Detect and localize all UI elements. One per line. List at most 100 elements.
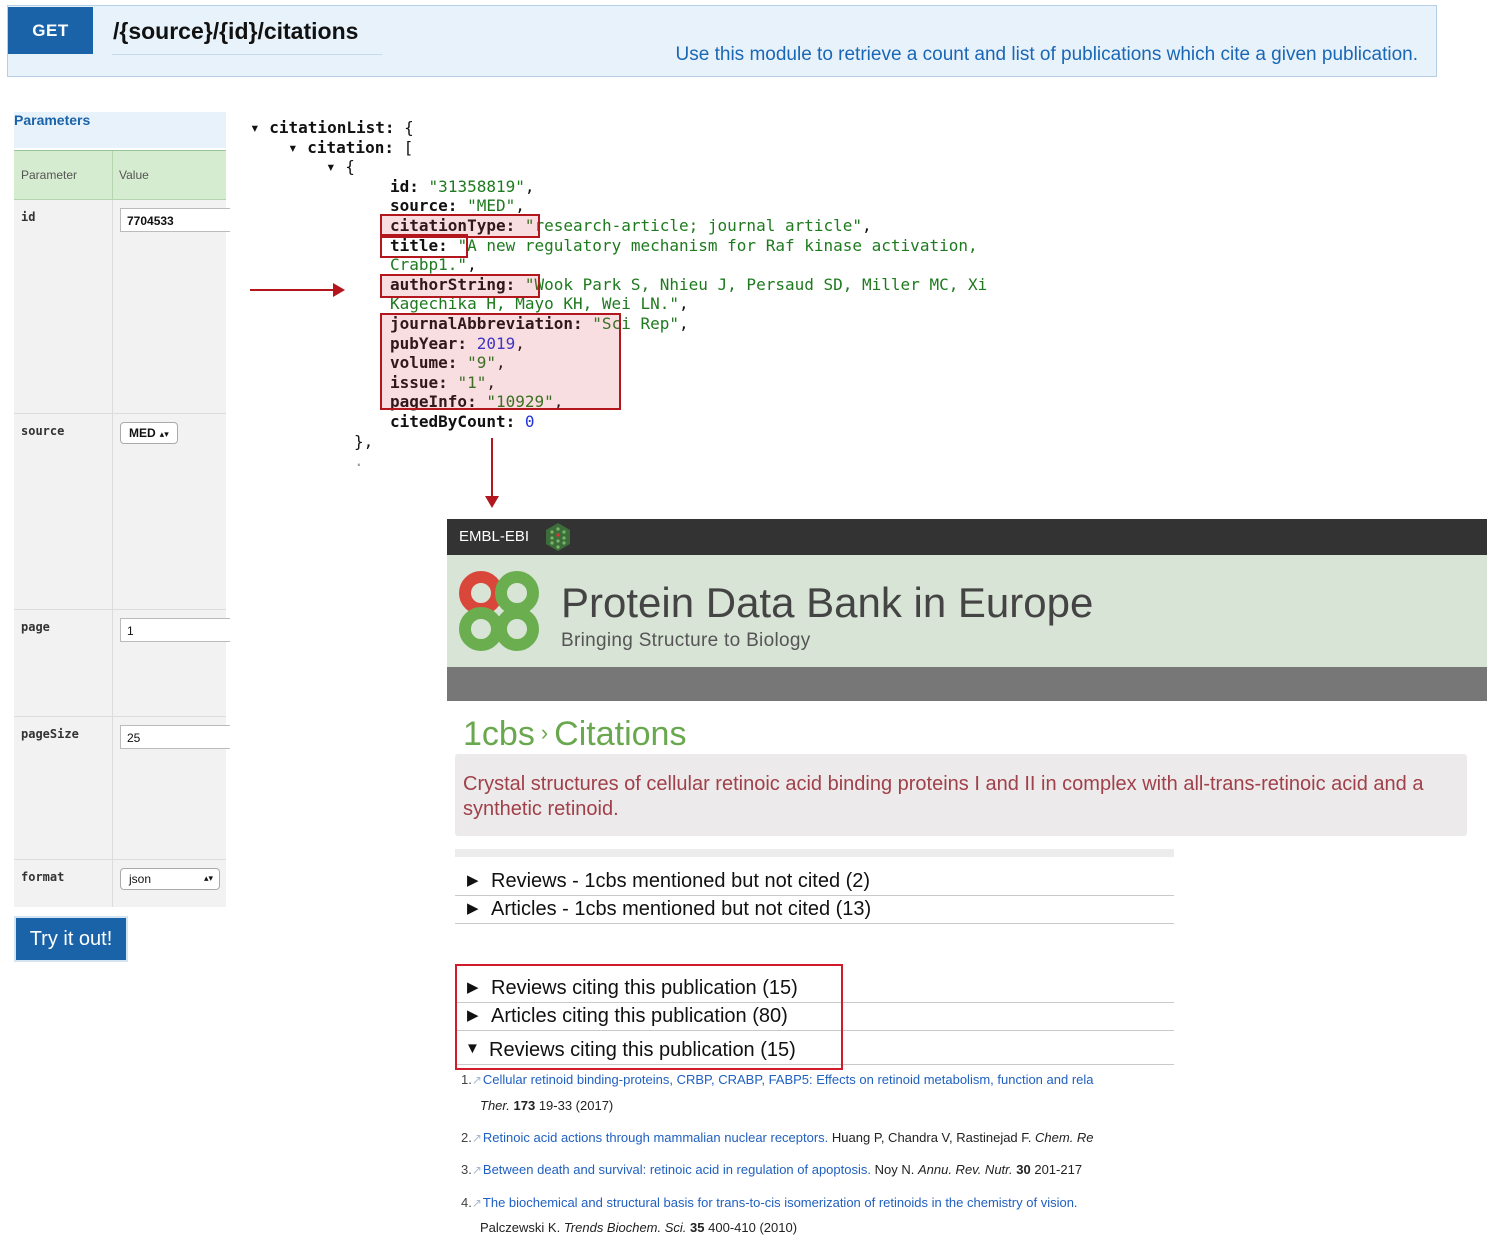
api-endpoint-bar[interactable]: GET /{source}/{id}/citations Use this mo… [7,5,1437,77]
citation-pages: 201-217 [1034,1162,1083,1177]
citation-item: 2.↗Retinoic acid actions through mammali… [461,1130,1173,1145]
json-value: 0 [524,412,535,431]
ebi-header-bar: EMBL-EBI [447,519,1487,555]
citation-link[interactable]: The biochemical and structural basis for… [483,1195,1078,1210]
external-link-icon: ↗ [471,1196,482,1210]
citation-link[interactable]: Cellular retinoid binding-proteins, CRBP… [483,1072,1094,1087]
site-subtitle: Bringing Structure to Biology [561,630,811,651]
select-arrows-icon: ▴▾ [159,429,169,439]
citation-number: 3. [461,1162,472,1177]
citation-number: 1. [461,1072,472,1087]
expand-triangle-icon: ▶ [467,900,479,917]
citation-journal: Trends Biochem. Sci. [563,1220,687,1235]
citation-item: 3.↗Between death and survival: retinoic … [461,1162,1173,1177]
section-divider [455,849,1174,857]
source-select[interactable]: MED ▴▾ [120,422,178,444]
breadcrumb-separator: › [540,720,549,745]
external-link-icon: ↗ [471,1073,482,1087]
parameters-table: Parameter Value id 7704533 source MED ▴▾ … [14,150,230,907]
json-value: "MED" [467,196,516,216]
citation-link[interactable]: Retinoic acid actions through mammalian … [483,1130,828,1145]
try-it-out-button[interactable]: Try it out! [14,916,128,962]
parameter-row-pagesize: pageSize 25 [14,717,230,860]
json-key: id: [390,176,419,196]
citation-details: Ther. 173 19-33 (2017) [480,1098,613,1113]
json-key: citationList: [269,118,395,137]
parameters-heading: Parameters [14,112,226,148]
nav-strip [447,667,1487,701]
parameter-name: page [21,620,50,634]
citation-journal: Ther. [480,1098,510,1113]
citation-volume: 35 [690,1220,705,1235]
breadcrumb: 1cbs › Citations [463,715,686,754]
pdbe-masthead: Protein Data Bank in Europe Bringing Str… [447,555,1487,667]
collapse-toggle-icon[interactable]: ▾ [288,138,307,157]
parameter-name: pageSize [21,727,79,741]
parameter-row-source: source MED ▴▾ [14,414,226,610]
http-method-badge: GET [8,7,93,54]
json-value-continued: Crabp1." [390,255,468,275]
json-key: source: [390,196,458,216]
arrow-down [491,438,493,498]
citation-volume: 30 [1016,1162,1031,1177]
pdbe-citations-page: EMBL-EBI Protein Data Bank in Europe Bri… [447,519,1487,1239]
select-arrows-icon: ▴▾ [203,873,213,883]
json-key: citedByCount: [390,412,516,431]
citation-pages: 19-33 (2017) [538,1098,614,1113]
parameter-row-page: page 1 [14,610,230,717]
section-toggle[interactable]: ▶ Reviews - 1cbs mentioned but not cited… [455,868,1174,896]
parameter-name: id [21,210,36,224]
arrow-right [250,289,336,291]
citation-volume: 173 [513,1098,536,1113]
citation-details: Palczewski K. Trends Biochem. Sci. 35 40… [480,1220,797,1235]
publication-title-box: Crystal structures of cellular retinoic … [455,754,1467,836]
parameters-table-header: Parameter Value [14,151,226,200]
arrow-down-head [485,496,499,508]
json-key: citation: [307,137,394,157]
parameter-name: format [21,870,65,884]
json-value: "31358819" [428,176,525,196]
collapse-toggle-icon[interactable]: ▾ [326,157,345,176]
parameter-name: source [21,424,65,438]
endpoint-path[interactable]: /{source}/{id}/citations [113,18,358,45]
citation-number: 2. [461,1130,472,1145]
format-select[interactable]: json ▴▾ [120,868,220,890]
citation-number: 4. [461,1195,472,1210]
highlight-title [380,234,468,258]
breadcrumb-entry[interactable]: 1cbs [463,715,535,753]
ebi-logo-text[interactable]: EMBL-EBI [459,528,529,545]
citation-journal: Annu. Rev. Nutr. [917,1162,1013,1177]
pagesize-input[interactable]: 25 [120,725,230,749]
section-label: Reviews - 1cbs mentioned but not cited (… [491,870,871,892]
endpoint-description[interactable]: Use this module to retrieve a count and … [676,44,1418,66]
page-input[interactable]: 1 [120,618,230,642]
citation-journal: Chem. Re [1035,1130,1094,1145]
external-link-icon: ↗ [471,1163,482,1177]
expand-triangle-icon: ▶ [467,872,479,889]
parameter-row-id: id 7704533 [14,200,230,414]
collapse-toggle-icon[interactable]: ▾ [250,118,269,137]
arrow-right-head [333,283,345,297]
breadcrumb-page: Citations [554,715,687,753]
json-value: "research-article; journal article" [524,216,863,235]
json-value: "Wook Park S, Nhieu J, Persaud SD, Mille… [524,274,988,294]
site-title[interactable]: Protein Data Bank in Europe [561,579,1093,627]
citation-item: 4.↗The biochemical and structural basis … [461,1195,1173,1210]
ebi-hex-logo-icon[interactable] [543,522,573,552]
citation-pages: 400-410 (2010) [708,1220,798,1235]
pdbe-logo-icon[interactable] [459,571,539,651]
id-input[interactable]: 7704533 [120,208,230,232]
citation-item: 1.↗Cellular retinoid binding-proteins, C… [461,1072,1173,1087]
parameter-row-format: format json ▴▾ [14,860,226,907]
section-toggle[interactable]: ▶ Articles - 1cbs mentioned but not cite… [455,896,1174,924]
highlight-citing-sections [455,964,843,1070]
json-value: "A new regulatory mechanism for Raf kina… [457,235,978,255]
path-underline [112,54,382,55]
citation-authors: Huang P, Chandra V, Rastinejad F. [831,1130,1032,1145]
section-label: Articles - 1cbs mentioned but not cited … [491,898,872,920]
citation-link[interactable]: Between death and survival: retinoic aci… [483,1162,871,1177]
column-header-value: Value [119,168,149,182]
json-response-viewer: ▾ citationList: { ▾ citation: [ ▾ { id: … [250,118,988,470]
citation-authors: Noy N. [874,1162,915,1177]
column-header-parameter: Parameter [21,168,78,182]
